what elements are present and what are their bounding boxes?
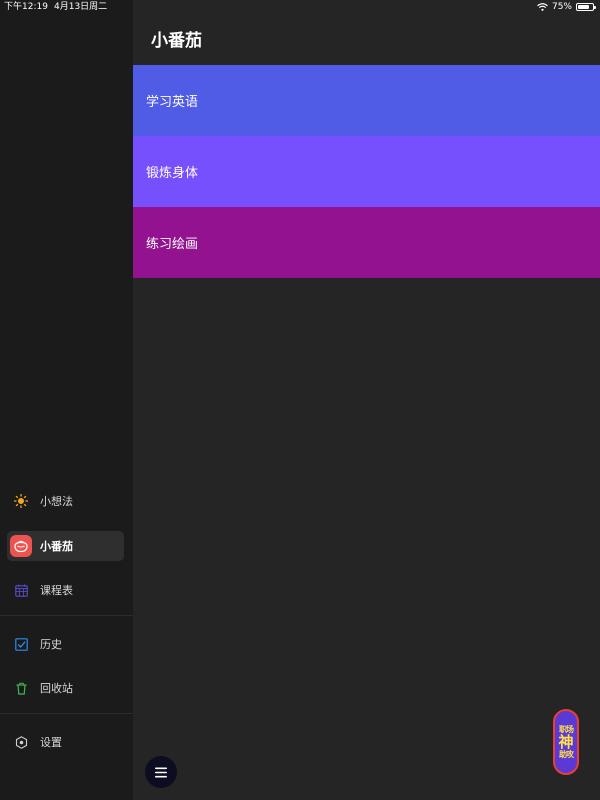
page-title: 小番茄 bbox=[151, 31, 202, 51]
watermark-text-bottom: 助攻 bbox=[559, 749, 574, 759]
sidebar-item-label: 小番茄 bbox=[40, 540, 73, 553]
status-date: 4月13日周二 bbox=[54, 2, 108, 12]
sidebar-item-label: 课程表 bbox=[40, 584, 73, 597]
task-list: 学习英语 锻炼身体 练习绘画 bbox=[133, 65, 600, 278]
main-content: 小番茄 学习英语 锻炼身体 练习绘画 bbox=[133, 0, 600, 800]
sidebar-item-ideas[interactable]: 小想法 bbox=[7, 486, 124, 516]
status-bar: 下午12:19 4月13日周二 75% bbox=[0, 0, 600, 14]
wifi-icon bbox=[537, 3, 548, 11]
trash-icon bbox=[10, 677, 32, 699]
battery-percent: 75% bbox=[551, 2, 572, 12]
sidebar-item-history[interactable]: 历史 bbox=[7, 629, 124, 659]
sidebar-item-label: 设置 bbox=[40, 736, 62, 749]
sidebar-item-label: 小想法 bbox=[40, 495, 73, 508]
checkbox-icon bbox=[10, 633, 32, 655]
task-label: 锻炼身体 bbox=[146, 166, 199, 181]
sun-icon bbox=[10, 490, 32, 512]
battery-icon bbox=[576, 3, 596, 11]
status-right: 75% bbox=[537, 0, 596, 14]
sidebar-item-tomato[interactable]: 小番茄 bbox=[7, 531, 124, 561]
sidebar-item-schedule[interactable]: 课程表 bbox=[7, 575, 124, 605]
watermark-logo: 职场 神 助攻 bbox=[553, 709, 579, 775]
calendar-icon bbox=[10, 579, 32, 601]
sidebar-divider bbox=[0, 713, 133, 714]
tomato-icon bbox=[10, 535, 32, 557]
battery-fill bbox=[578, 5, 589, 9]
task-row-exercise[interactable]: 锻炼身体 bbox=[133, 136, 600, 207]
sidebar-item-trash[interactable]: 回收站 bbox=[7, 673, 124, 703]
sidebar-divider bbox=[0, 615, 133, 616]
task-row-drawing[interactable]: 练习绘画 bbox=[133, 207, 600, 278]
status-time: 下午12:19 bbox=[4, 2, 48, 12]
watermark-text-middle: 神 bbox=[558, 732, 574, 751]
task-row-english[interactable]: 学习英语 bbox=[133, 65, 600, 136]
task-label: 练习绘画 bbox=[146, 237, 199, 252]
sidebar-item-settings[interactable]: 设置 bbox=[7, 727, 124, 757]
sidebar-item-label: 历史 bbox=[40, 638, 62, 651]
menu-button[interactable] bbox=[145, 756, 177, 788]
task-label: 学习英语 bbox=[146, 95, 199, 110]
app-screen: 小想法 小番茄 课程表 历史 回收站 设置 小番茄 学习英语 锻炼身体 练习绘画… bbox=[0, 0, 600, 800]
menu-icon bbox=[155, 763, 167, 782]
sidebar: 小想法 小番茄 课程表 历史 回收站 设置 bbox=[0, 0, 133, 800]
settings-hex-icon bbox=[10, 731, 32, 753]
sidebar-item-label: 回收站 bbox=[40, 682, 73, 695]
